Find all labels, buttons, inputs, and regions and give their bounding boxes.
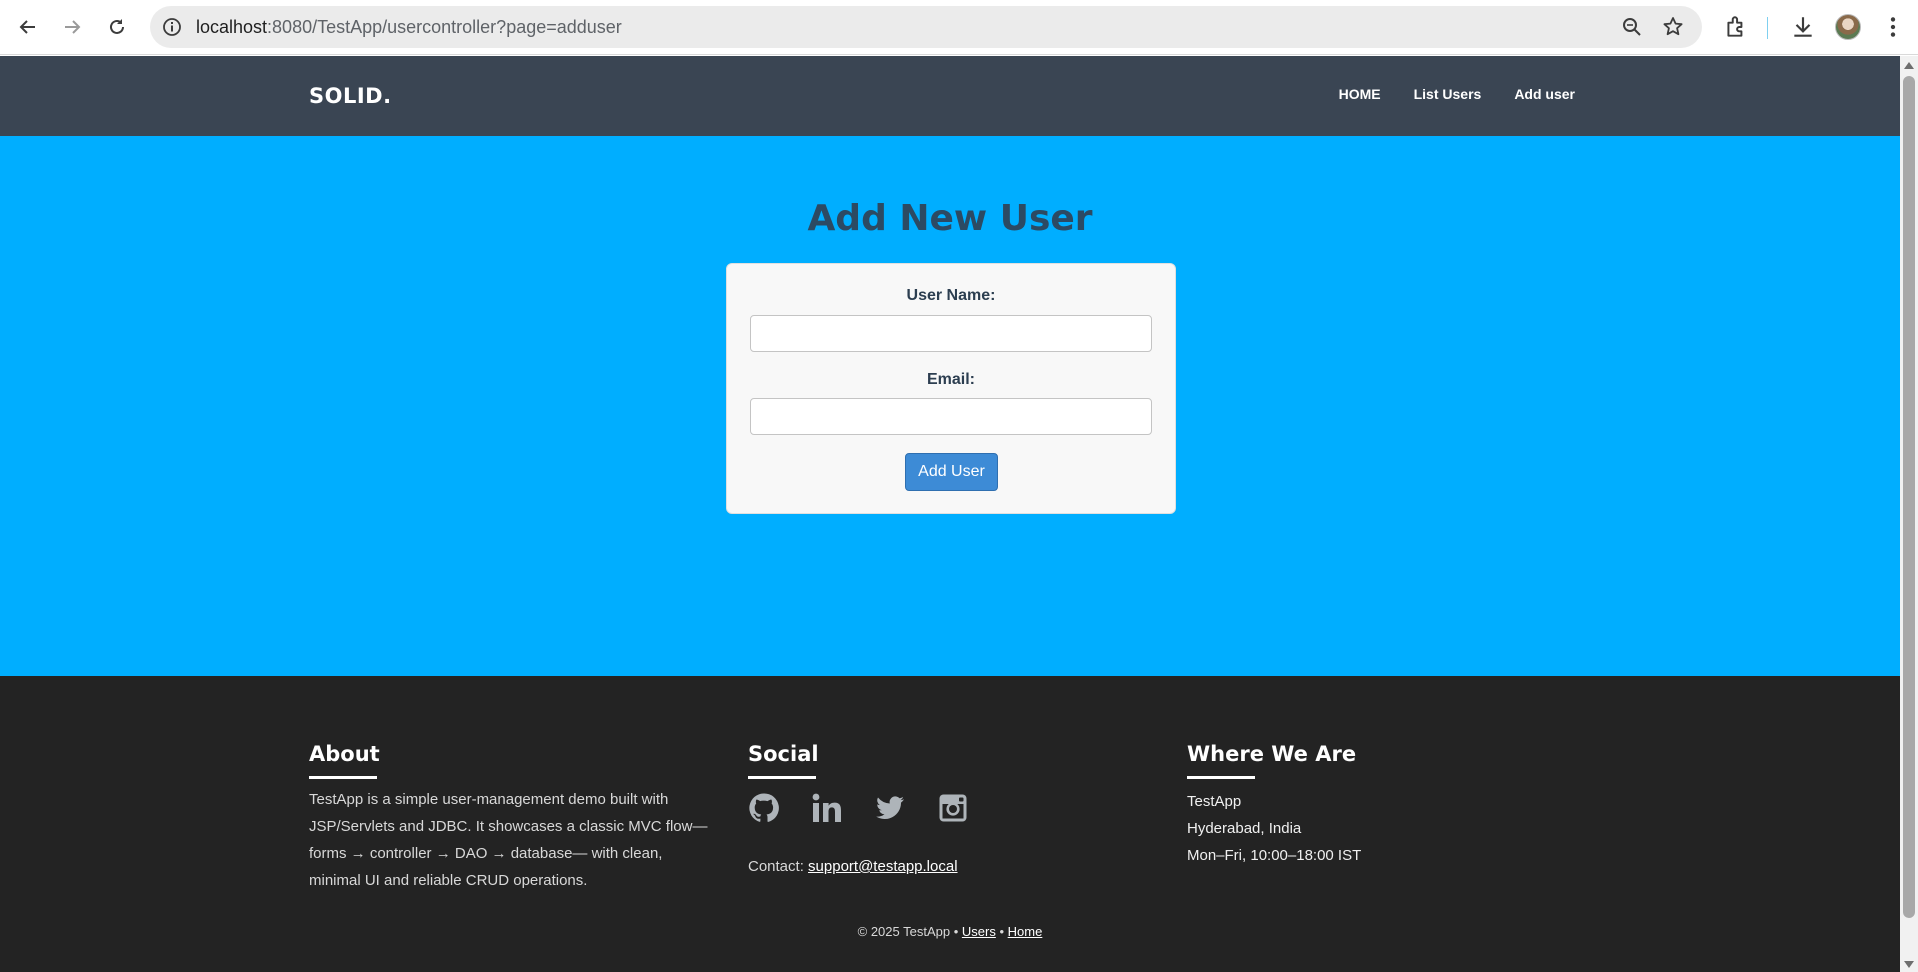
- github-icon[interactable]: [748, 792, 780, 824]
- url-host: localhost: [196, 17, 268, 37]
- nav-add-user-link[interactable]: Add user: [1514, 86, 1575, 102]
- footer-separator: •: [999, 924, 1005, 939]
- copyright-text: © 2025 TestApp •: [857, 924, 959, 939]
- social-underline: [748, 776, 816, 779]
- twitter-icon[interactable]: [874, 792, 906, 824]
- footer-users-link[interactable]: Users: [962, 924, 996, 939]
- instagram-icon[interactable]: [937, 792, 969, 824]
- about-underline: [309, 776, 377, 779]
- page-scrollbar[interactable]: [1900, 56, 1918, 972]
- social-icons: [748, 792, 1000, 824]
- scrollbar-thumb[interactable]: [1903, 76, 1915, 918]
- contact-line: Contact: support@testapp.local: [748, 858, 958, 875]
- where-line-hours: Mon–Fri, 10:00–18:00 IST: [1187, 847, 1362, 864]
- add-user-form: User Name: Email: Add User: [726, 263, 1176, 514]
- zoom-icon[interactable]: [1620, 15, 1644, 39]
- about-text: TestApp is a simple user-management demo…: [309, 791, 708, 889]
- profile-avatar[interactable]: [1835, 14, 1861, 40]
- browser-toolbar: localhost:8080/TestApp/usercontroller?pa…: [0, 0, 1918, 55]
- toolbar-divider: [1767, 17, 1768, 39]
- contact-prefix: Contact:: [748, 858, 804, 875]
- reload-button[interactable]: [102, 12, 132, 42]
- hero-section: Add New User User Name: Email: Add User: [0, 136, 1900, 676]
- page-title: Add New User: [807, 198, 1093, 239]
- linkedin-icon[interactable]: [811, 792, 843, 824]
- where-underline: [1187, 776, 1255, 779]
- site-info-icon[interactable]: [160, 15, 184, 39]
- site-header: SOLID. HOME List Users Add user: [0, 56, 1900, 136]
- username-label: User Name:: [906, 287, 996, 304]
- forward-arrow-icon: [65, 20, 81, 34]
- email-label: Email:: [926, 371, 975, 388]
- nav-home-link[interactable]: HOME: [1339, 86, 1381, 102]
- site-logo[interactable]: SOLID.: [309, 84, 392, 108]
- forward-button[interactable]: [57, 12, 87, 42]
- copyright-line: © 2025 TestApp • Users • Home: [0, 924, 1900, 939]
- where-heading: Where We Are: [1187, 742, 1357, 766]
- back-button[interactable]: [13, 12, 43, 42]
- nav-list-users-link[interactable]: List Users: [1414, 86, 1482, 102]
- reload-icon: [110, 19, 124, 34]
- back-arrow-icon: [19, 20, 35, 34]
- extensions-icon[interactable]: [1723, 14, 1749, 40]
- email-input[interactable]: [750, 398, 1152, 435]
- url-path: :8080/TestApp/usercontroller?page=adduse…: [267, 17, 622, 37]
- username-input[interactable]: [750, 315, 1152, 352]
- main-nav: HOME List Users Add user: [1306, 86, 1575, 102]
- contact-email-link[interactable]: support@testapp.local: [808, 858, 957, 875]
- footer-home-link[interactable]: Home: [1008, 924, 1043, 939]
- web-page: SOLID. HOME List Users Add user Add New …: [0, 56, 1900, 972]
- social-heading: Social: [748, 742, 819, 766]
- scroll-up-arrow-icon[interactable]: [1904, 62, 1914, 69]
- bookmark-star-icon[interactable]: [1661, 15, 1685, 39]
- where-line-location: Hyderabad, India: [1187, 820, 1302, 837]
- url-text[interactable]: localhost:8080/TestApp/usercontroller?pa…: [196, 6, 622, 48]
- add-user-button[interactable]: Add User: [905, 453, 998, 491]
- where-details: TestApp Hyderabad, India Mon–Fri, 10:00–…: [1187, 788, 1361, 869]
- address-bar[interactable]: localhost:8080/TestApp/usercontroller?pa…: [150, 6, 1702, 48]
- about-heading: About: [309, 742, 380, 766]
- site-footer: About TestApp is a simple user-managemen…: [0, 676, 1900, 972]
- menu-kebab-icon[interactable]: [1880, 14, 1906, 40]
- where-line-company: TestApp: [1187, 793, 1242, 810]
- download-icon[interactable]: [1790, 14, 1816, 40]
- scroll-down-arrow-icon[interactable]: [1904, 961, 1914, 968]
